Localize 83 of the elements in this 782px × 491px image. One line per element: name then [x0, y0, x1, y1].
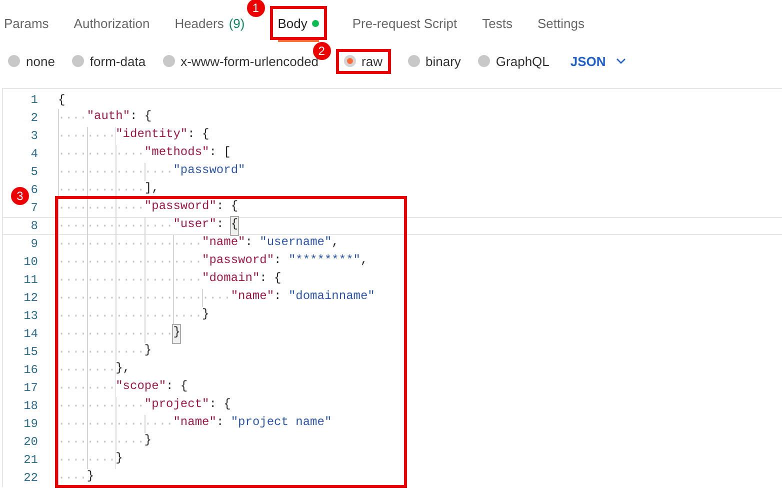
- line-number: 15: [24, 345, 38, 359]
- whitespace-dots: ························: [58, 289, 231, 307]
- whitespace-dots: ········: [58, 451, 116, 469]
- whitespace-dots: ····: [58, 469, 87, 487]
- chevron-down-icon: [616, 58, 626, 64]
- radio-option[interactable]: none: [8, 54, 55, 68]
- line-number: 3: [30, 129, 38, 143]
- code-line: ········}: [58, 451, 123, 469]
- count-label: (9): [228, 16, 245, 30]
- code-line: ························"name": "domainname": [58, 289, 375, 307]
- whitespace-dots: ········: [58, 379, 116, 397]
- line-number: 16: [24, 363, 38, 377]
- code-line: {: [58, 93, 66, 107]
- code-editor[interactable]: [2, 88, 782, 487]
- code-line: ····}: [58, 469, 94, 487]
- code-line: ····"auth": {: [58, 109, 152, 127]
- whitespace-dots: ············: [58, 397, 144, 415]
- code-line: ····················"domain": {: [58, 271, 282, 289]
- tab[interactable]: Headers (9): [174, 11, 245, 35]
- line-number: 13: [24, 309, 38, 323]
- line-number: 6: [30, 183, 38, 197]
- line-number: 11: [24, 273, 38, 287]
- code-line: ············"project": {: [58, 397, 231, 415]
- whitespace-dots: ····················: [58, 253, 202, 271]
- code-line: ················}: [58, 325, 180, 343]
- line-number: 9: [30, 237, 38, 251]
- code-line: ····················}: [58, 307, 210, 325]
- tab[interactable]: Tests: [482, 11, 512, 35]
- code-line: ········},: [58, 361, 130, 379]
- tab[interactable]: Settings: [537, 11, 584, 35]
- whitespace-dots: ····················: [58, 307, 202, 325]
- whitespace-dots: ················: [58, 217, 174, 235]
- whitespace-dots: ············: [58, 433, 144, 451]
- line-number: 10: [24, 255, 38, 269]
- callout-badge: 3: [11, 187, 29, 205]
- line-number: 2: [30, 111, 38, 125]
- line-number: 22: [24, 471, 38, 485]
- line-number: 21: [24, 453, 38, 467]
- code-line: ············}: [58, 433, 152, 451]
- tab[interactable]: Pre-request Script: [352, 11, 458, 35]
- code-line: ····················"password": "********",: [58, 253, 368, 271]
- whitespace-dots: ············: [58, 343, 144, 361]
- whitespace-dots: ············: [58, 199, 144, 217]
- line-number: 18: [24, 399, 38, 413]
- code-line: ················"user": {: [58, 217, 238, 235]
- line-number: 8: [30, 219, 38, 233]
- code-line: ················"password": [58, 163, 246, 181]
- line-number: 12: [24, 291, 38, 305]
- code-line: ····················"name": "username",: [58, 235, 339, 253]
- whitespace-dots: ········: [58, 361, 116, 379]
- code-line: ············}: [58, 343, 152, 361]
- whitespace-dots: ····················: [58, 271, 202, 289]
- radio-option[interactable]: raw: [344, 54, 382, 68]
- line-number: 4: [30, 147, 38, 161]
- radio-option[interactable]: binary: [408, 54, 461, 68]
- code-line: ········"identity": {: [58, 127, 210, 145]
- whitespace-dots: ············: [58, 145, 144, 163]
- code-line: ········"scope": {: [58, 379, 188, 397]
- whitespace-dots: ············: [58, 181, 144, 199]
- line-number: 7: [30, 201, 38, 215]
- whitespace-dots: ················: [58, 163, 174, 181]
- line-number: 1: [30, 93, 38, 107]
- line-number: 5: [30, 165, 38, 179]
- radio-option[interactable]: GraphQL: [478, 54, 550, 68]
- callout-badge: 1: [246, 0, 265, 17]
- whitespace-dots: ····: [58, 109, 87, 127]
- language-dropdown[interactable]: JSON: [570, 54, 626, 68]
- whitespace-dots: ········: [58, 127, 116, 145]
- line-number: 19: [24, 417, 38, 431]
- callout-badge: 2: [312, 42, 331, 60]
- tab[interactable]: Authorization: [74, 11, 150, 35]
- code-line: ············"password": {: [58, 199, 238, 217]
- line-number: 14: [24, 327, 38, 341]
- tab[interactable]: Params: [4, 11, 49, 35]
- code-line: ················"name": "project name": [58, 415, 332, 433]
- whitespace-dots: ····················: [58, 235, 202, 253]
- whitespace-dots: ················: [58, 415, 174, 433]
- radio-option[interactable]: form-data: [72, 54, 146, 68]
- whitespace-dots: ················: [58, 325, 174, 343]
- code-line: ············],: [58, 181, 159, 199]
- line-number: 20: [24, 435, 38, 449]
- code-line: ············"methods": [: [58, 145, 231, 163]
- line-number: 17: [24, 381, 38, 395]
